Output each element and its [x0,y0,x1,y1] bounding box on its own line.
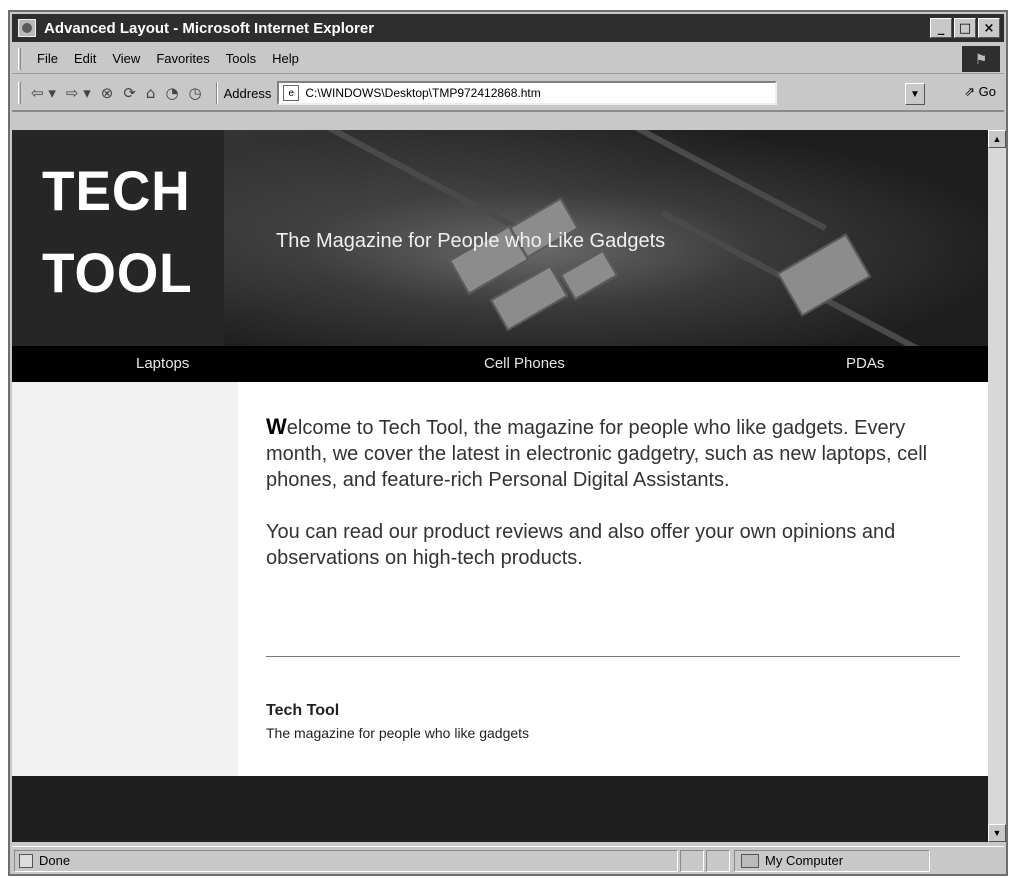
site-tagline: The Magazine for People who Like Gadgets [276,230,666,252]
go-label: Go [978,84,996,99]
menu-tools[interactable]: Tools [226,51,256,66]
refresh-button[interactable]: ⟳ [123,84,136,102]
menu-help[interactable]: Help [272,51,299,66]
page-viewport: TECH TOOL The Magazine for People who Li… [12,130,988,842]
scroll-down-button[interactable]: ▼ [988,824,1006,842]
page-icon: e [283,85,300,101]
history-button[interactable]: ◷ [189,84,202,102]
status-text: Done [39,853,71,868]
go-arrow-icon: ⇗ [964,84,976,99]
toolbar-grip[interactable] [18,82,21,104]
menu-bar: File Edit View Favorites Tools Help ⚑ [12,44,1004,74]
my-computer-icon [741,853,759,868]
go-button[interactable]: ⇗ Go [964,84,996,100]
site-logo[interactable]: TECH TOOL [12,130,224,346]
zone-text: My Computer [765,853,844,868]
address-label: Address [223,85,272,101]
menu-file[interactable]: File [37,51,58,66]
intro-paragraph: Welcome to Tech Tool, the magazine for p… [266,414,966,493]
status-pane-progress [680,849,704,872]
footer-subtitle: The magazine for people who like gadgets [266,725,530,741]
address-input[interactable]: e C:\WINDOWS\Desktop\TMP972412868.htm [277,81,778,105]
forward-button[interactable]: ⇨ ▾ [66,84,91,102]
address-dropdown-button[interactable]: ▼ [905,83,925,105]
nav-link-laptops[interactable]: Laptops [136,355,189,372]
search-button[interactable]: ◔ [165,84,178,102]
menu-view[interactable]: View [112,51,140,66]
footer-title: Tech Tool [266,702,340,719]
menu-edit[interactable]: Edit [74,51,96,66]
status-bar: Done My Computer [12,846,1004,874]
menu-grip[interactable] [18,47,21,70]
windows-logo-icon: ⚑ [962,46,1000,72]
nav-link-pdas[interactable]: PDAs [846,355,884,372]
zone-pane: My Computer [734,849,930,872]
ie-page-icon [18,19,36,37]
logo-line-tool: TOOL [42,241,193,304]
close-button[interactable]: × [978,18,1000,38]
standard-toolbar: ⇦ ▾ ⇨ ▾ ⊗ ⟳ ⌂ ◔ ◷ Address e C:\WINDOWS\D… [12,76,1004,112]
vertical-scrollbar[interactable]: ▲ ▼ [988,130,1006,842]
reviews-paragraph: You can read our product reviews and als… [266,521,896,569]
nav-link-cell-phones[interactable]: Cell Phones [484,355,565,372]
status-pane: Done [14,849,678,872]
title-bar[interactable]: Advanced Layout - Microsoft Internet Exp… [12,14,1004,42]
scroll-up-button[interactable]: ▲ [988,130,1006,148]
page-done-icon [19,853,33,868]
footer-band [12,776,988,842]
intro-dropcap: W [266,414,287,439]
address-value: C:\WINDOWS\Desktop\TMP972412868.htm [305,86,541,100]
menu-favorites[interactable]: Favorites [156,51,209,66]
left-column [12,382,238,776]
stop-button[interactable]: ⊗ [101,84,114,102]
horizontal-rule [266,656,960,657]
header-banner: TECH TOOL The Magazine for People who Li… [12,130,988,346]
maximize-button[interactable]: □ [954,18,976,38]
site-nav: Laptops Cell Phones PDAs [12,346,988,382]
window-title: Advanced Layout - Microsoft Internet Exp… [44,19,375,37]
intro-text: elcome to Tech Tool, the magazine for pe… [266,417,928,491]
minimize-button[interactable]: _ [930,18,952,38]
browser-window: Advanced Layout - Microsoft Internet Exp… [8,10,1008,876]
back-button[interactable]: ⇦ ▾ [31,84,56,102]
status-pane-security [706,849,730,872]
logo-line-tech: TECH [42,159,191,222]
main-content: Welcome to Tech Tool, the magazine for p… [266,414,966,571]
window-controls: _ □ × [930,18,1000,38]
toolbar-separator [215,82,218,104]
home-button[interactable]: ⌂ [146,84,156,102]
